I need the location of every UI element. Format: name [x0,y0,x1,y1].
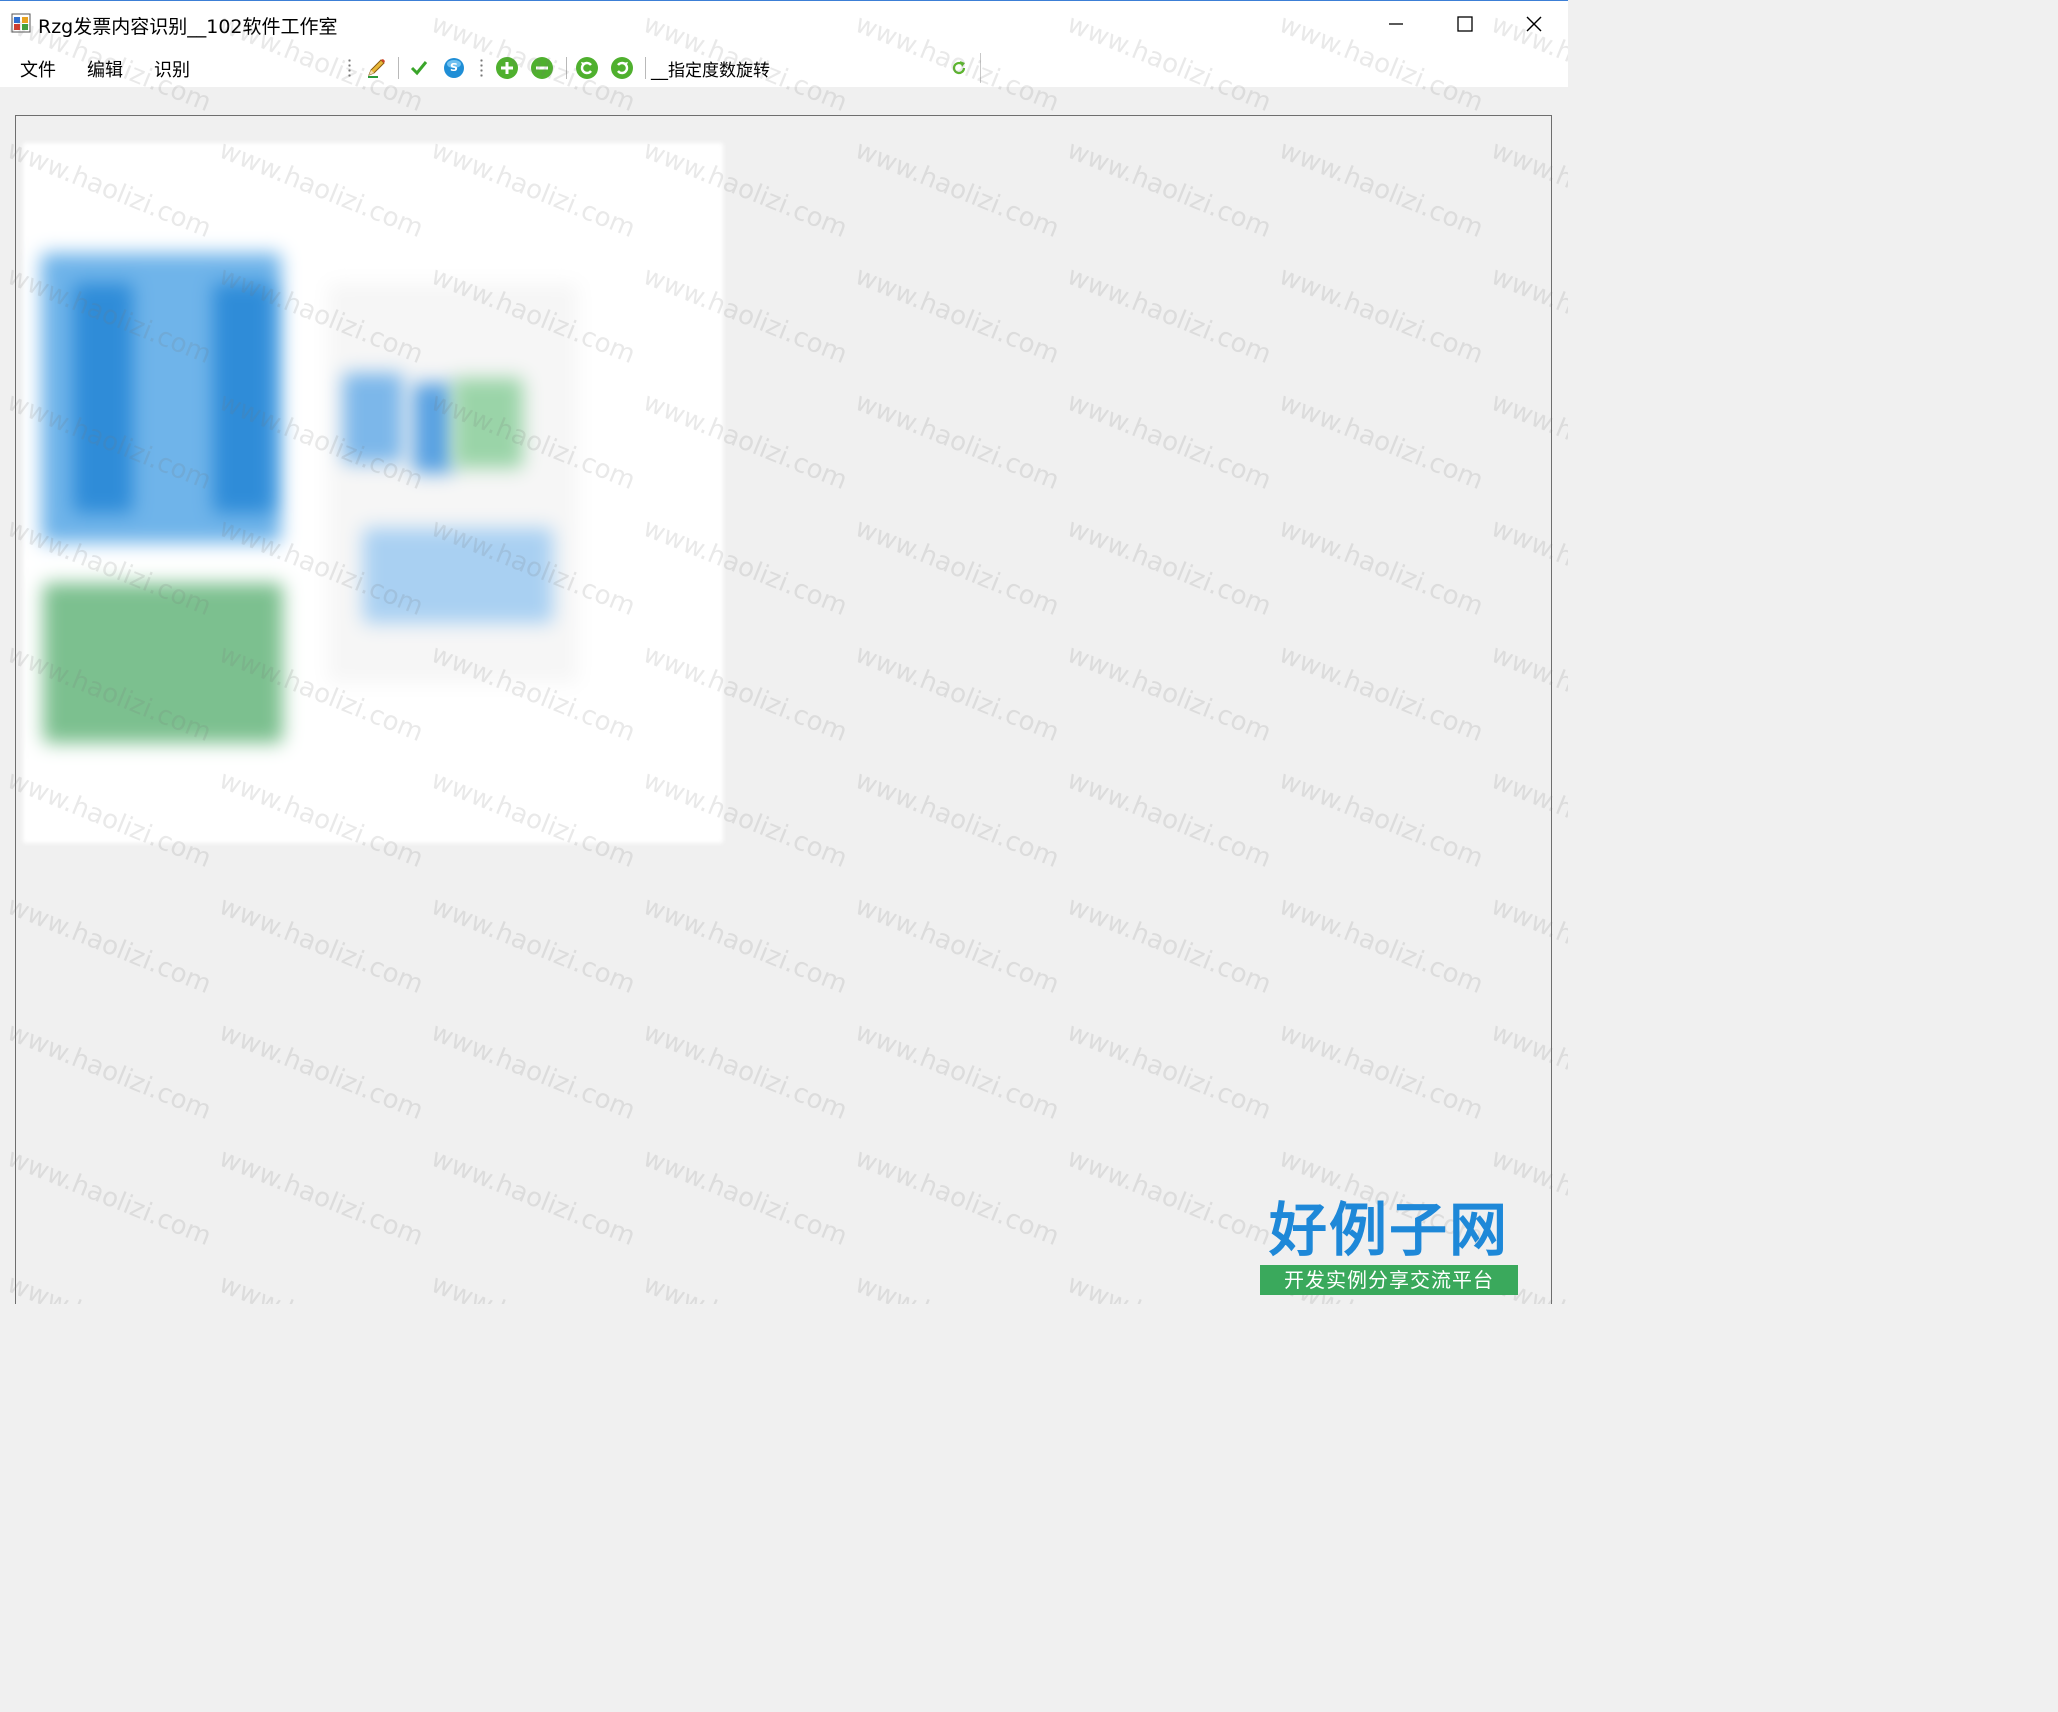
rotate-right-icon [611,57,633,79]
image-green-mark [453,378,523,468]
menu-edit[interactable]: 编辑 [85,56,125,82]
toolbar-grip[interactable] [348,58,351,78]
zoom-in-icon [496,57,518,79]
image-blue-mark [343,373,403,463]
scan-icon: S [444,58,464,78]
menu-file[interactable]: 文件 [18,56,58,82]
site-logo: 好例子网 开发实例分享交流平台 [1258,1195,1520,1299]
invoice-image [23,143,723,843]
rotate-left-icon [576,57,598,79]
minimize-icon [1389,23,1403,25]
site-logo-main: 好例子网 [1268,1196,1509,1264]
close-button[interactable] [1499,1,1568,47]
maximize-button[interactable] [1430,1,1500,47]
image-blue-mark [363,528,553,623]
edit-button[interactable] [363,55,389,81]
toolbar-end-separator [980,53,981,83]
svg-text:S: S [450,61,458,74]
zoom-out-button[interactable] [529,55,555,81]
menu-recognize[interactable]: 识别 [152,56,192,82]
app-icon [11,13,31,33]
image-blue-mark [413,383,453,473]
rotate-left-button[interactable] [574,55,600,81]
app-window: Rzg发票内容识别__102软件工作室 文件 编辑 识别 S __指定度数旋转 … [0,0,1568,1304]
rotate-right-button[interactable] [609,55,635,81]
maximize-icon [1457,16,1473,32]
image-green-block [43,583,283,743]
toolbar: S __指定度数旋转 [342,48,982,86]
rotate-degrees-input[interactable] [788,54,942,84]
minimize-button[interactable] [1361,1,1431,47]
toolbar-separator [645,57,647,79]
toolbar-separator [566,57,568,79]
scan-button[interactable]: S [441,55,467,81]
toolbar-separator [398,57,400,79]
confirm-button[interactable] [406,55,432,81]
rotate-degrees-label: __指定度数旋转 [651,61,770,81]
title-bar[interactable]: Rzg发票内容识别__102软件工作室 [0,1,1568,47]
zoom-in-button[interactable] [494,55,520,81]
apply-rotate-button[interactable] [946,55,972,81]
checkmark-icon [410,61,428,76]
image-blue-stroke [73,283,133,513]
window-title: Rzg发票内容识别__102软件工作室 [38,16,338,38]
image-blue-stroke [213,283,273,513]
toolbar-grip[interactable] [480,58,483,78]
close-icon [1526,16,1542,32]
image-panel [328,283,578,683]
pencil-icon [368,59,385,78]
zoom-out-icon [531,57,553,79]
refresh-icon [952,61,966,75]
site-logo-sub: 开发实例分享交流平台 [1260,1265,1518,1295]
picture-box[interactable] [15,115,1552,1304]
